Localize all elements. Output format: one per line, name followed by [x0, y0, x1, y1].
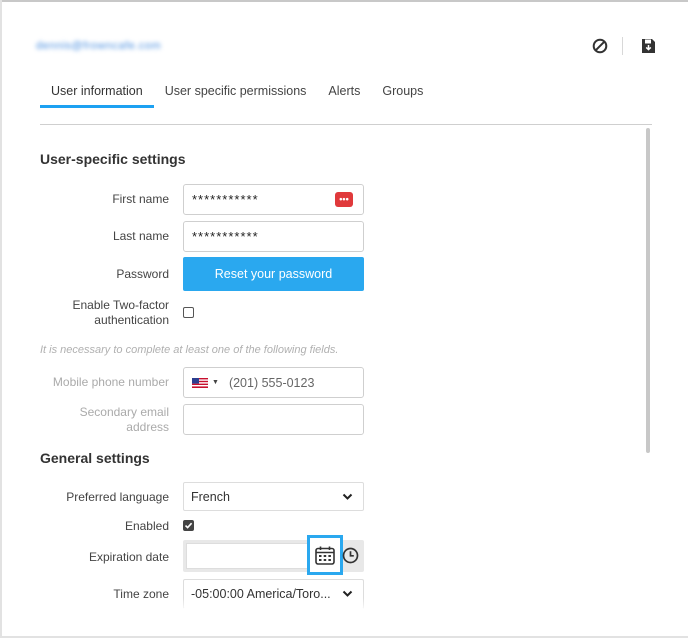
two-factor-label: Enable Two-factor authentication [73, 298, 170, 328]
last-name-value: *********** [192, 229, 259, 244]
scrollbar-thumb[interactable] [646, 128, 650, 453]
window-left-border [0, 0, 2, 638]
mobile-phone-field[interactable]: ▼ (201) 555-0123 [183, 367, 364, 398]
preferred-language-value: French [191, 489, 230, 504]
cancel-button[interactable] [590, 36, 610, 56]
first-name-label: First name [112, 192, 169, 206]
account-email: dennis@frowncafe.com [36, 40, 162, 52]
preferred-language-label: Preferred language [66, 490, 169, 504]
first-name-field[interactable]: *********** ••• [183, 184, 364, 215]
two-factor-checkbox[interactable] [183, 307, 194, 318]
section-title-general-settings: General settings [40, 450, 150, 466]
enabled-checkbox[interactable] [183, 520, 194, 531]
calendar-icon [315, 546, 335, 565]
scroll-fade [183, 598, 365, 612]
two-factor-label-line2: authentication [94, 313, 169, 327]
reset-password-button[interactable]: Reset your password [183, 257, 364, 291]
tab-user-information[interactable]: User information [40, 82, 154, 108]
save-icon [641, 39, 655, 53]
mobile-phone-label: Mobile phone number [52, 375, 169, 389]
time-zone-label: Time zone [113, 587, 169, 601]
contact-hint: It is necessary to complete at least one… [40, 344, 339, 356]
password-label: Password [116, 267, 169, 281]
two-factor-label-line1: Enable Two-factor [72, 298, 170, 312]
section-title-user-settings: User-specific settings [40, 151, 186, 167]
password-manager-icon[interactable]: ••• [335, 192, 353, 207]
window-top-border [0, 0, 688, 2]
tab-groups[interactable]: Groups [371, 82, 434, 108]
secondary-email-label: Secondary email address [80, 405, 169, 435]
first-name-value: *********** [192, 192, 259, 207]
us-flag-icon[interactable] [192, 377, 208, 388]
enabled-label: Enabled [124, 519, 169, 533]
clock-icon [342, 547, 358, 563]
chevron-down-icon [342, 493, 353, 500]
tab-bar: User information User specific permissio… [40, 82, 434, 108]
mobile-phone-placeholder: (201) 555-0123 [228, 375, 315, 390]
secondary-email-field[interactable] [183, 404, 364, 435]
header-divider [622, 37, 623, 55]
save-button[interactable] [638, 36, 658, 56]
block-icon [592, 38, 608, 54]
preferred-language-select[interactable]: French [183, 482, 364, 511]
tab-user-specific-permissions[interactable]: User specific permissions [154, 82, 318, 108]
expiration-date-label: Expiration date [88, 550, 169, 564]
country-caret-icon[interactable]: ▼ [212, 379, 219, 386]
time-button[interactable] [341, 546, 359, 564]
expiration-date-input[interactable] [186, 543, 308, 569]
tab-alerts[interactable]: Alerts [317, 82, 371, 108]
check-icon [184, 522, 193, 529]
last-name-field[interactable]: *********** [183, 221, 364, 252]
calendar-button[interactable] [307, 535, 343, 575]
secondary-email-label-line1: Secondary email [79, 405, 169, 419]
last-name-label: Last name [112, 229, 169, 243]
secondary-email-label-line2: address [126, 420, 169, 434]
tabs-divider [40, 124, 652, 125]
